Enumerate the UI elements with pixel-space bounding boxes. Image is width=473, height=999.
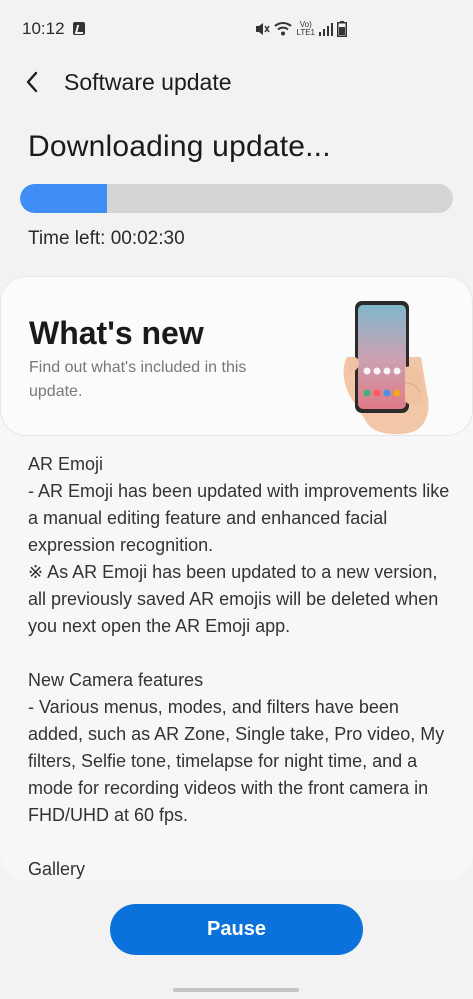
status-bar: 10:12 Vo) LTE1	[0, 0, 473, 58]
release-notes-panel[interactable]: What's new Find out what's included in t…	[0, 276, 473, 880]
time-left-text: Time left: 00:02:30	[28, 228, 185, 249]
page-title: Software update	[64, 69, 232, 95]
download-progress-bar	[20, 184, 453, 213]
network-type: Vo) LTE1	[296, 21, 315, 37]
navigation-handle[interactable]	[173, 988, 299, 992]
download-progress-fill	[20, 184, 107, 213]
back-button[interactable]	[14, 64, 50, 100]
mute-icon	[256, 23, 271, 35]
pause-button[interactable]: Pause	[110, 904, 363, 955]
back-arrow-icon	[26, 71, 38, 93]
lte-label: LTE1	[296, 28, 315, 37]
whats-new-card: What's new Find out what's included in t…	[0, 276, 473, 436]
app-bar: Software update	[0, 58, 473, 106]
wifi-icon	[274, 22, 293, 36]
whats-new-title: What's new	[29, 315, 204, 351]
status-time: 10:12	[22, 19, 65, 38]
signal-icon	[319, 23, 333, 36]
battery-icon	[337, 21, 347, 37]
phone-in-hand-illustration	[343, 301, 429, 435]
whats-new-subtitle: Find out what's included in this update.	[29, 359, 247, 400]
app-notification-icon	[73, 22, 85, 35]
status-icons: Vo) LTE1	[254, 18, 347, 40]
download-status-heading: Downloading update...	[28, 130, 331, 163]
release-notes-text: AR Emoji - AR Emoji has been updated wit…	[28, 454, 450, 879]
